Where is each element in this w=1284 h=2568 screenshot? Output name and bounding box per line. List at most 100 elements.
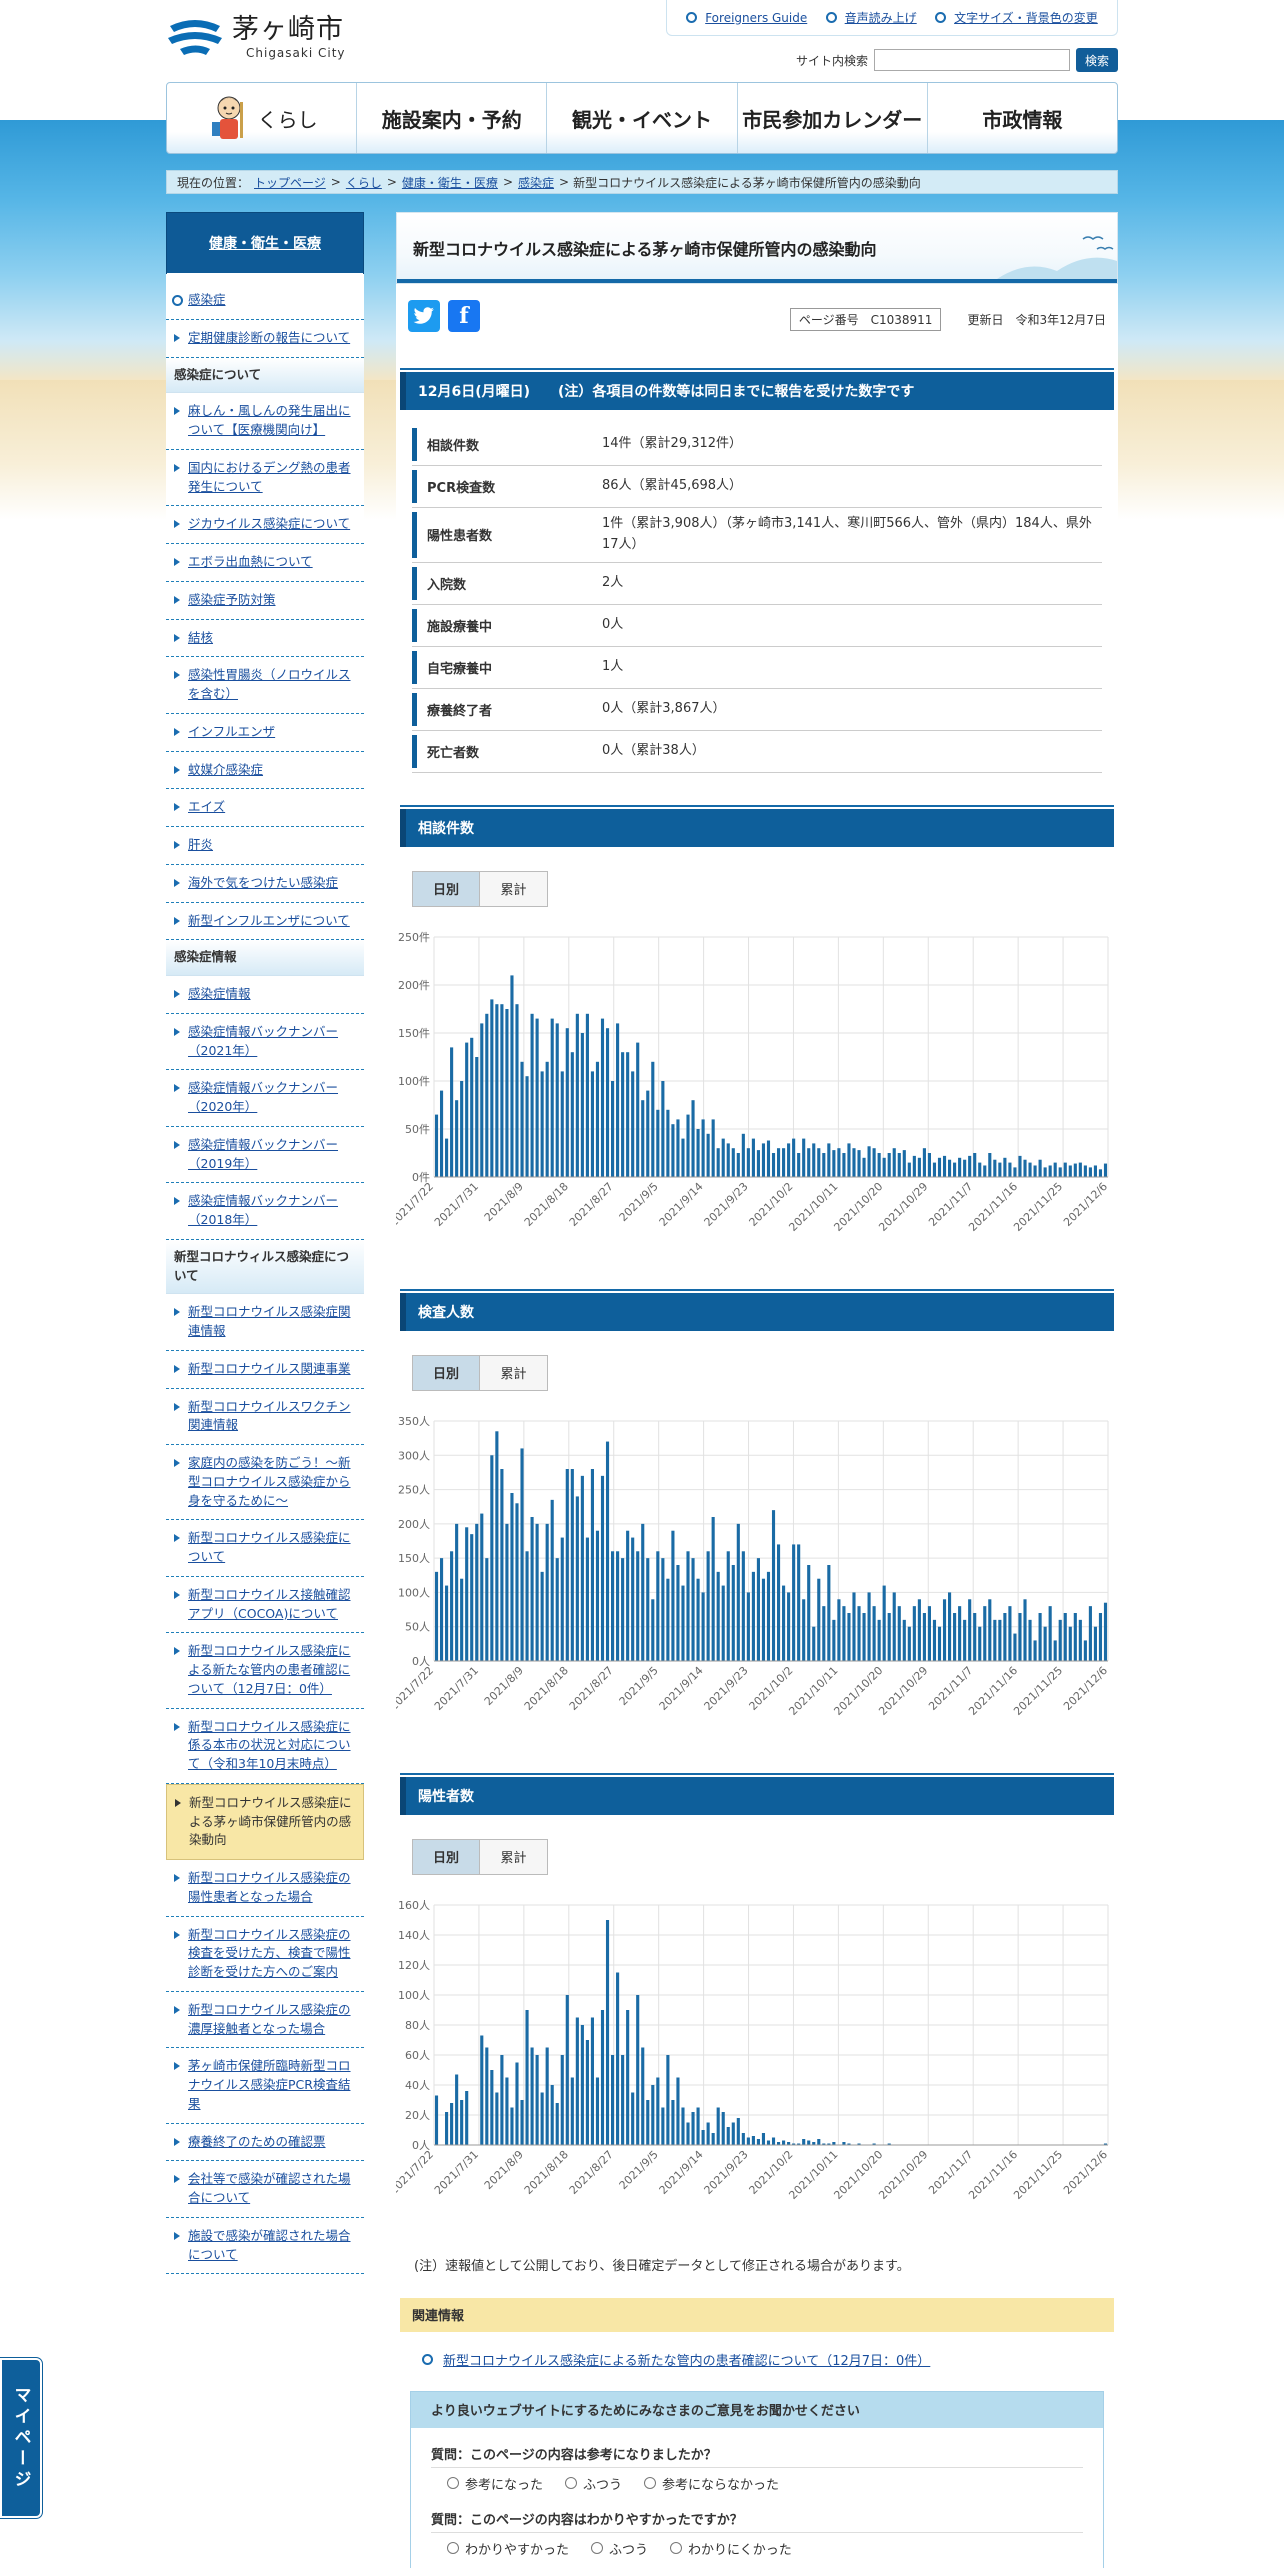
sidebar-item-link[interactable]: 新型コロナウイルス感染症の陽性患者となった場合 [188, 1870, 351, 1904]
sidebar-item-link[interactable]: 家庭内の感染を防ごう！～新型コロナウイルス感染症から身を守るために～ [188, 1455, 351, 1508]
sidebar-head-link[interactable]: 健康・衛生・医療 [209, 233, 321, 253]
sidebar-item[interactable]: 療養終了のための確認票 [166, 2124, 364, 2162]
sidebar-item-link[interactable]: 新型コロナウイルス感染症に係る本市の状況と対応について（令和3年10月末時点） [188, 1719, 351, 1772]
sidebar-item-link[interactable]: 療養終了のための確認票 [188, 2134, 326, 2149]
breadcrumb-kurashi[interactable]: くらし [346, 174, 382, 191]
sidebar-item-link[interactable]: 感染症情報バックナンバー（2020年） [188, 1080, 338, 1114]
sidebar-item-link[interactable]: 蚊媒介感染症 [188, 762, 263, 777]
gnav-facilities[interactable]: 施設案内・予約 [356, 83, 546, 153]
sidebar-item-link[interactable]: 新型コロナウイルス関連事業 [188, 1361, 351, 1376]
related-link[interactable]: 新型コロナウイルス感染症による新たな管内の患者確認について（12月7日：0件） [443, 2350, 930, 2369]
sidebar-item-link[interactable]: 新型インフルエンザについて [188, 913, 350, 928]
sidebar-item-link[interactable]: 麻しん・風しんの発生届出について【医療機関向け】 [188, 403, 351, 437]
sidebar-item[interactable]: 会社等で感染が確認された場合について [166, 2161, 364, 2218]
sidebar-item[interactable]: 新型コロナウイルス感染症による新たな管内の患者確認について（12月7日：0件） [166, 1633, 364, 1709]
mypage-button[interactable]: マイページ [0, 2358, 42, 2518]
tab-daily[interactable]: 日別 [412, 870, 480, 907]
sidebar-item-link[interactable]: エイズ [188, 799, 225, 814]
sidebar-item-link[interactable]: 感染症 [188, 292, 226, 307]
sidebar-item-link[interactable]: 定期健康診断の報告について [188, 330, 350, 345]
sidebar-item[interactable]: 茅ヶ崎市保健所臨時新型コロナウイルス感染症PCR検査結果 [166, 2048, 364, 2124]
sidebar-item[interactable]: 感染症 [166, 282, 364, 320]
sidebar-item[interactable]: 感染性胃腸炎（ノロウイルスを含む） [166, 657, 364, 714]
sidebar-item-link[interactable]: 肝炎 [188, 837, 213, 852]
sidebar-item[interactable]: エイズ [166, 789, 364, 827]
sidebar-item[interactable]: 蚊媒介感染症 [166, 752, 364, 790]
sidebar-item[interactable]: 新型コロナウイルス接触確認アプリ（COCOA)について [166, 1577, 364, 1634]
search-input[interactable] [874, 49, 1070, 71]
sidebar-item[interactable]: 肝炎 [166, 827, 364, 865]
sidebar-item[interactable]: 国内におけるデング熱の患者発生について [166, 450, 364, 507]
sidebar-item[interactable]: 感染症情報バックナンバー（2019年） [166, 1127, 364, 1184]
sidebar-item[interactable]: 新型コロナウイルス感染症による茅ヶ崎市保健所管内の感染動向 [166, 1783, 364, 1860]
breadcrumb-health[interactable]: 健康・衛生・医療 [402, 174, 498, 191]
sidebar-item[interactable]: 新型コロナウイルス感染症に係る本市の状況と対応について（令和3年10月末時点） [166, 1709, 364, 1784]
sidebar-item-link[interactable]: 会社等で感染が確認された場合について [188, 2171, 351, 2205]
sidebar-item-link[interactable]: 感染症情報バックナンバー（2018年） [188, 1193, 338, 1227]
survey-q1-option[interactable]: 参考になった [447, 2474, 543, 2493]
sidebar-item-link[interactable]: 感染性胃腸炎（ノロウイルスを含む） [188, 667, 351, 701]
sidebar-item[interactable]: 新型コロナウイルスワクチン関連情報 [166, 1389, 364, 1445]
breadcrumb-infection[interactable]: 感染症 [518, 174, 554, 191]
foreigners-guide-link[interactable]: Foreigners Guide [686, 11, 807, 25]
sidebar-item[interactable]: 麻しん・風しんの発生届出について【医療機関向け】 [166, 393, 364, 450]
sidebar-item[interactable]: 定期健康診断の報告について [166, 320, 364, 358]
sidebar-item[interactable]: 新型コロナウイルス感染症の陽性患者となった場合 [166, 1860, 364, 1917]
breadcrumb-top[interactable]: トップページ [254, 174, 326, 191]
sidebar-item[interactable]: エボラ出血熱について [166, 544, 364, 582]
sidebar-item-link[interactable]: 新型コロナウイルス感染症関連情報 [188, 1304, 351, 1338]
sidebar-item-link[interactable]: 感染症情報バックナンバー（2019年） [188, 1137, 338, 1171]
twitter-share-button[interactable] [408, 300, 440, 332]
sidebar-item-link[interactable]: 新型コロナウイルス感染症の検査を受けた方、検査で陽性診断を受けた方へのご案内 [188, 1927, 351, 1980]
sidebar-item[interactable]: 感染症情報 [166, 976, 364, 1014]
sidebar-item[interactable]: 新型コロナウイルス感染症の検査を受けた方、検査で陽性診断を受けた方へのご案内 [166, 1917, 364, 1992]
sidebar-item[interactable]: 感染症情報バックナンバー（2018年） [166, 1183, 364, 1240]
sidebar-item[interactable]: 新型コロナウイルス感染症について [166, 1520, 364, 1577]
sidebar-item[interactable]: 新型コロナウイルス感染症関連情報 [166, 1294, 364, 1351]
survey-q2-option[interactable]: わかりにくかった [670, 2539, 792, 2558]
sidebar-item-link[interactable]: インフルエンザ [188, 724, 275, 739]
sidebar-item[interactable]: 感染症情報バックナンバー（2020年） [166, 1070, 364, 1127]
facebook-share-button[interactable]: f [448, 300, 480, 332]
sidebar-item-link[interactable]: 感染症情報 [188, 986, 251, 1001]
sidebar-item-link[interactable]: 結核 [188, 630, 213, 645]
tab-daily[interactable]: 日別 [412, 1354, 480, 1391]
tab-cumulative[interactable]: 累計 [480, 1354, 548, 1391]
gnav-kurashi[interactable]: くらし [167, 83, 356, 153]
sidebar-item[interactable]: 新型コロナウイルス感染症の濃厚接触者となった場合 [166, 1992, 364, 2049]
sidebar-item-link[interactable]: エボラ出血熱について [188, 554, 313, 569]
tab-daily[interactable]: 日別 [412, 1838, 480, 1875]
sidebar-item[interactable]: ジカウイルス感染症について [166, 506, 364, 544]
sidebar-item-link[interactable]: ジカウイルス感染症について [188, 516, 350, 531]
tab-cumulative[interactable]: 累計 [480, 1838, 548, 1875]
sidebar-item-link[interactable]: 茅ヶ崎市保健所臨時新型コロナウイルス感染症PCR検査結果 [188, 2058, 351, 2111]
sidebar-item-link[interactable]: 新型コロナウイルス感染症の濃厚接触者となった場合 [188, 2002, 351, 2036]
read-aloud-link[interactable]: 音声読み上げ [825, 9, 917, 26]
tab-cumulative[interactable]: 累計 [480, 870, 548, 907]
text-size-link[interactable]: 文字サイズ・背景色の変更 [935, 9, 1098, 26]
gnav-tourism[interactable]: 観光・イベント [546, 83, 736, 153]
sidebar-item-link[interactable]: 新型コロナウイルスワクチン関連情報 [188, 1399, 351, 1433]
sidebar-item-link[interactable]: 新型コロナウイルス感染症による新たな管内の患者確認について（12月7日：0件） [188, 1643, 351, 1696]
sidebar-item-link[interactable]: 新型コロナウイルス接触確認アプリ（COCOA)について [188, 1587, 351, 1621]
sidebar-item[interactable]: 施設で感染が確認された場合について [166, 2218, 364, 2275]
sidebar-item-link[interactable]: 国内におけるデング熱の患者発生について [188, 460, 351, 494]
sidebar-item-link[interactable]: 新型コロナウイルス感染症について [188, 1530, 351, 1564]
sidebar-item[interactable]: インフルエンザ [166, 714, 364, 752]
sidebar-item[interactable]: 感染症予防対策 [166, 582, 364, 620]
sidebar-item[interactable]: 海外で気をつけたい感染症 [166, 865, 364, 903]
gnav-city-info[interactable]: 市政情報 [926, 83, 1117, 153]
sidebar-item-link[interactable]: 海外で気をつけたい感染症 [188, 875, 338, 890]
survey-q2-option[interactable]: ふつう [591, 2539, 648, 2558]
survey-q2-option[interactable]: わかりやすかった [447, 2539, 569, 2558]
sidebar-item[interactable]: 感染症情報バックナンバー（2021年） [166, 1014, 364, 1071]
survey-q1-option[interactable]: ふつう [565, 2474, 622, 2493]
sidebar-item-link[interactable]: 施設で感染が確認された場合について [188, 2228, 351, 2262]
site-logo[interactable]: 茅ヶ崎市 Chigasaki City [166, 12, 346, 62]
survey-q1-option[interactable]: 参考にならなかった [644, 2474, 779, 2493]
sidebar-item[interactable]: 新型インフルエンザについて [166, 903, 364, 941]
gnav-calendar[interactable]: 市民参加カレンダー [736, 83, 927, 153]
search-button[interactable]: 検索 [1076, 48, 1118, 72]
sidebar-item[interactable]: 結核 [166, 620, 364, 658]
sidebar-item-link[interactable]: 感染症情報バックナンバー（2021年） [188, 1024, 338, 1058]
